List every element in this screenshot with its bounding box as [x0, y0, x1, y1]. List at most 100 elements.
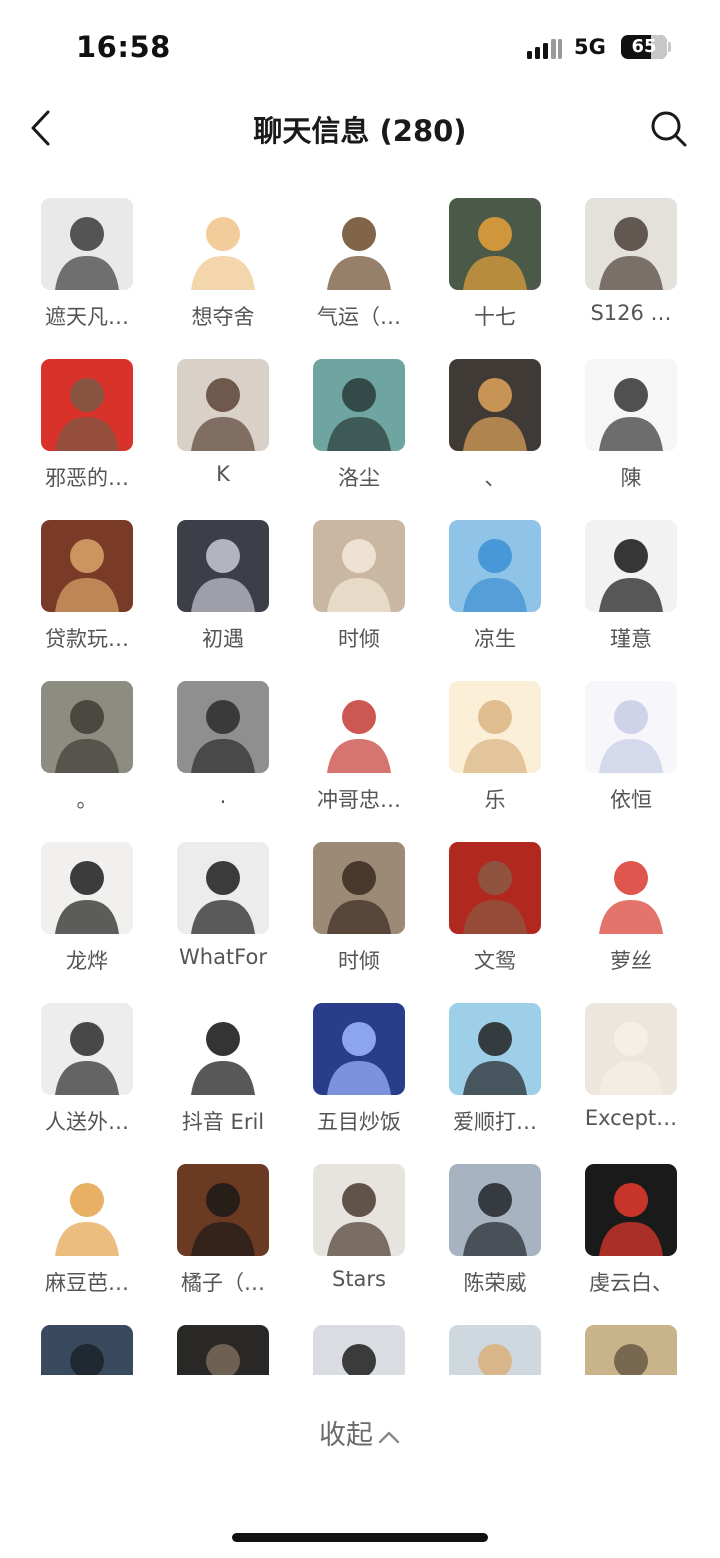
- member-item[interactable]: 时倾: [291, 842, 427, 1003]
- avatar: [177, 359, 269, 451]
- member-item[interactable]: 橘子（…: [155, 1164, 291, 1325]
- member-item[interactable]: 依恒: [563, 681, 699, 842]
- member-item[interactable]: 文鸳: [427, 842, 563, 1003]
- member-name: S126 …: [590, 301, 672, 325]
- member-name: 贷款玩…: [45, 627, 129, 651]
- avatar: [313, 520, 405, 612]
- avatar: [585, 681, 677, 773]
- member-item[interactable]: .: [155, 681, 291, 842]
- member-name: 抖音 Eril: [181, 1110, 265, 1134]
- member-item[interactable]: 凉生: [427, 520, 563, 681]
- avatar: [585, 842, 677, 934]
- member-item[interactable]: 想夺舍: [155, 198, 291, 359]
- member-item[interactable]: Stars: [291, 1164, 427, 1325]
- battery-percentage: 65: [631, 36, 657, 57]
- avatar: [585, 1003, 677, 1095]
- avatar: [177, 198, 269, 290]
- avatar: [177, 842, 269, 934]
- member-name: 凉生: [474, 627, 516, 651]
- member-item[interactable]: 洛尘: [291, 359, 427, 520]
- member-name: 时倾: [338, 949, 380, 973]
- avatar: [585, 198, 677, 290]
- search-button[interactable]: [646, 106, 690, 150]
- member-item[interactable]: [155, 1325, 291, 1375]
- member-item[interactable]: WhatFor: [155, 842, 291, 1003]
- avatar: [313, 681, 405, 773]
- avatar: [41, 681, 133, 773]
- status-time: 16:58: [76, 30, 171, 64]
- member-grid: 遮天凡… 想夺舍 气运（… 十七 S126 … 邪恶的… K 洛尘、陳贷款玩… 初遇时倾 凉生 瑾意…: [0, 198, 720, 1375]
- avatar: [41, 1164, 133, 1256]
- avatar: [177, 1003, 269, 1095]
- member-name: 时倾: [338, 627, 380, 651]
- member-item[interactable]: 、: [427, 359, 563, 520]
- member-item[interactable]: 虔云白、: [563, 1164, 699, 1325]
- member-name: Stars: [331, 1267, 386, 1291]
- member-name: 龙烨: [66, 949, 108, 973]
- member-item[interactable]: 麻豆芭…: [19, 1164, 155, 1325]
- avatar: [41, 842, 133, 934]
- avatar: [585, 520, 677, 612]
- member-item[interactable]: 气运（…: [291, 198, 427, 359]
- member-name: Except…: [584, 1106, 678, 1130]
- member-item[interactable]: 遮天凡…: [19, 198, 155, 359]
- avatar: [585, 359, 677, 451]
- avatar: [449, 1003, 541, 1095]
- member-item[interactable]: 贷款玩…: [19, 520, 155, 681]
- member-item[interactable]: S126 …: [563, 198, 699, 359]
- member-item[interactable]: 人送外…: [19, 1003, 155, 1164]
- home-indicator: [232, 1533, 488, 1542]
- avatar: [313, 1325, 405, 1375]
- member-name: 橘子（…: [181, 1271, 265, 1295]
- member-grid-viewport[interactable]: 遮天凡… 想夺舍 气运（… 十七 S126 … 邪恶的… K 洛尘、陳贷款玩… 初遇时倾 凉生 瑾意…: [0, 198, 720, 1375]
- avatar: [449, 359, 541, 451]
- member-item[interactable]: [427, 1325, 563, 1375]
- avatar: [177, 520, 269, 612]
- search-icon: [651, 111, 687, 147]
- avatar: [177, 1164, 269, 1256]
- avatar: [313, 1164, 405, 1256]
- status-bar: 16:58 5G 65: [0, 0, 720, 92]
- avatar: [41, 1003, 133, 1095]
- member-item[interactable]: 冲哥忠…: [291, 681, 427, 842]
- member-item[interactable]: 龙烨: [19, 842, 155, 1003]
- member-name: 瑾意: [610, 627, 652, 651]
- member-item[interactable]: 。: [19, 681, 155, 842]
- member-item[interactable]: 瑾意: [563, 520, 699, 681]
- avatar: [585, 1164, 677, 1256]
- avatar: [449, 520, 541, 612]
- avatar: [313, 359, 405, 451]
- member-item[interactable]: 萝丝: [563, 842, 699, 1003]
- member-item[interactable]: [19, 1325, 155, 1375]
- member-item[interactable]: Except…: [563, 1003, 699, 1164]
- member-name: 文鸳: [474, 949, 516, 973]
- member-name: 遮天凡…: [45, 305, 129, 329]
- member-name: 乐: [484, 788, 506, 812]
- member-item[interactable]: 时倾: [291, 520, 427, 681]
- member-item[interactable]: K: [155, 359, 291, 520]
- member-item[interactable]: 初遇: [155, 520, 291, 681]
- member-name: 陳: [620, 466, 642, 490]
- member-item[interactable]: 抖音 Eril: [155, 1003, 291, 1164]
- page-title: 聊天信息 (280): [253, 114, 467, 148]
- avatar: [177, 681, 269, 773]
- collapse-button[interactable]: 收起: [0, 1413, 720, 1452]
- member-name: 冲哥忠…: [317, 788, 401, 812]
- member-item[interactable]: [291, 1325, 427, 1375]
- avatar: [449, 842, 541, 934]
- member-item[interactable]: 乐: [427, 681, 563, 842]
- member-name: 想夺舍: [191, 305, 255, 329]
- member-name: 五目炒饭: [317, 1110, 401, 1134]
- member-item[interactable]: 爱顺打…: [427, 1003, 563, 1164]
- member-item[interactable]: [563, 1325, 699, 1375]
- member-item[interactable]: 陈荣威: [427, 1164, 563, 1325]
- member-item[interactable]: 邪恶的…: [19, 359, 155, 520]
- member-name: 虔云白、: [589, 1271, 673, 1295]
- network-type: 5G: [574, 35, 606, 59]
- avatar: [313, 842, 405, 934]
- member-item[interactable]: 十七: [427, 198, 563, 359]
- avatar: [313, 1003, 405, 1095]
- member-item[interactable]: 陳: [563, 359, 699, 520]
- member-name: 十七: [474, 305, 516, 329]
- member-item[interactable]: 五目炒饭: [291, 1003, 427, 1164]
